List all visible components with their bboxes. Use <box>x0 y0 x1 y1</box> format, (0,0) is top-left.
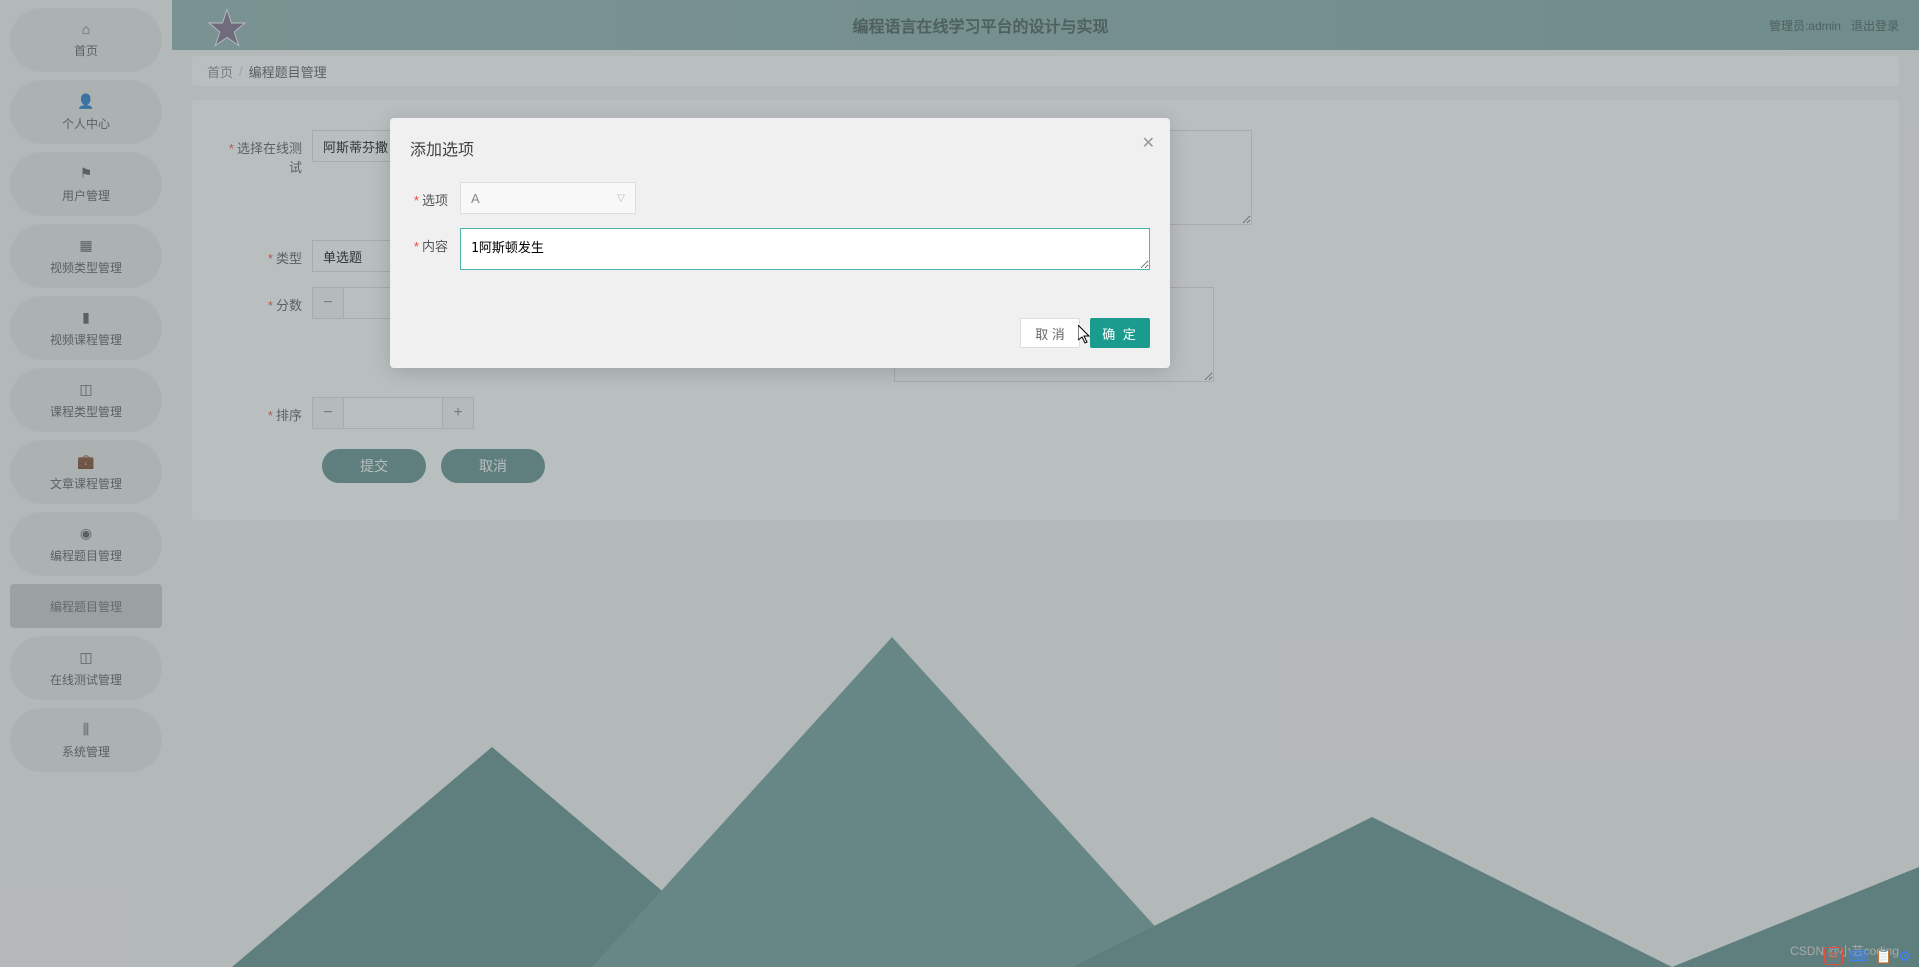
close-icon[interactable]: ✕ <box>1142 133 1155 153</box>
add-option-modal: ✕ 添加选项 *选项 A ▽ *内容 1阿斯顿发生 取 消 确 定 <box>390 118 1170 368</box>
modal-title: 添加选项 <box>390 118 1170 172</box>
content-label: *内容 <box>410 228 460 255</box>
ime-indicator[interactable]: 中 <box>1824 947 1843 965</box>
taskbar: 中 ⌨ 📋 ⚙ <box>1824 947 1911 965</box>
option-select[interactable]: A ▽ <box>460 182 636 214</box>
taskbar-icon[interactable]: ⌨ <box>1849 948 1869 965</box>
content-textarea[interactable]: 1阿斯顿发生 <box>460 228 1150 270</box>
option-select-value: A <box>471 191 480 206</box>
option-label: *选项 <box>410 182 460 209</box>
chevron-down-icon: ▽ <box>617 193 625 204</box>
modal-ok-button[interactable]: 确 定 <box>1090 318 1150 348</box>
taskbar-icon[interactable]: 📋 <box>1875 948 1892 965</box>
modal-cancel-button[interactable]: 取 消 <box>1020 318 1080 348</box>
taskbar-icon[interactable]: ⚙ <box>1898 948 1911 965</box>
